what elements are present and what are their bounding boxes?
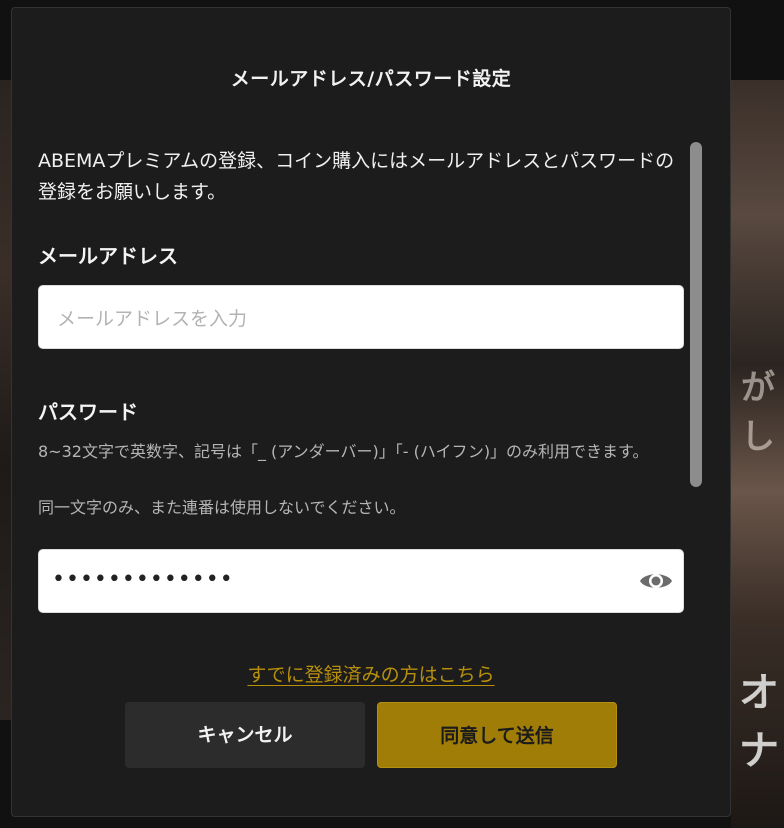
dialog-scroll-area[interactable]: ABEMAプレミアムの登録、コイン購入にはメールアドレスとパスワードの登録をお願… (37, 136, 687, 656)
email-field[interactable]: メールアドレスを入力 (38, 285, 684, 349)
password-hint-2: 同一文字のみ、また連番は使用しないでください。 (38, 498, 406, 517)
dialog-title: メールアドレス/パスワード設定 (230, 68, 512, 90)
background-partial-text: がし (741, 368, 775, 457)
background-partial-text: オナ (739, 670, 779, 774)
cancel-button[interactable]: キャンセル (125, 702, 365, 768)
eye-icon[interactable] (639, 569, 673, 593)
email-placeholder: メールアドレスを入力 (57, 308, 248, 330)
scrollbar-thumb[interactable] (690, 142, 702, 487)
password-field[interactable]: ••••••••••••• (38, 549, 684, 613)
password-hint: 8~32文字で英数字、記号は「_ (アンダーバー)」「- (ハイフン)」のみ利用… (38, 442, 649, 461)
email-label: メールアドレス (38, 244, 178, 268)
background-thumbnail-right: がし オナ (731, 80, 784, 828)
existing-account-link[interactable]: すでに登録済みの方はこちら (12, 660, 730, 687)
email-password-dialog: メールアドレス/パスワード設定 ABEMAプレミアムの登録、コイン購入にはメール… (11, 7, 731, 817)
intro-text: ABEMAプレミアムの登録、コイン購入にはメールアドレスとパスワードの登録をお願… (38, 150, 675, 203)
password-masked-value: ••••••••••••• (52, 567, 234, 592)
password-label: パスワード (38, 400, 138, 424)
agree-submit-button[interactable]: 同意して送信 (377, 702, 617, 768)
